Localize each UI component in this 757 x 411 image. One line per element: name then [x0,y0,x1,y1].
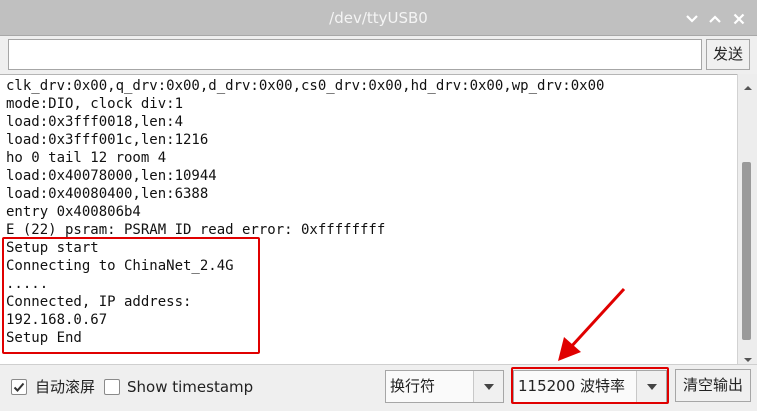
send-input[interactable] [8,39,702,70]
minimize-icon[interactable] [684,11,700,27]
output-line: clk_drv:0x00,q_drv:0x00,d_drv:0x00,cs0_d… [6,78,605,94]
clear-output-button[interactable]: 清空输出 [675,369,751,402]
dropdown-arrow-icon[interactable] [473,371,503,402]
output-line: mode:DIO, clock div:1 [6,96,184,112]
output-line: load:0x40078000,len:10944 [6,168,217,184]
autoscroll-label: 自动滚屏 [35,378,96,396]
output-line: entry 0x400806b4 [6,204,141,220]
serial-output[interactable]: clk_drv:0x00,q_drv:0x00,d_drv:0x00,cs0_d… [0,74,757,364]
maximize-icon[interactable] [707,11,723,27]
output-line: load:0x3fff0018,len:4 [6,114,184,130]
annotation-baud-box [511,367,669,404]
scrollbar-thumb[interactable] [742,162,751,340]
output-line: ho 0 tail 12 room 4 [6,150,167,166]
scroll-up-icon[interactable] [743,78,753,90]
annotation-highlight-box [2,237,260,354]
send-row: 发送 [0,36,757,74]
timestamp-label: Show timestamp [127,378,254,396]
close-icon[interactable] [731,11,747,27]
line-ending-value: 换行符 [390,377,436,395]
output-line: load:0x3fff001c,len:1216 [6,132,209,148]
send-button[interactable]: 发送 [706,39,750,70]
output-line: load:0x40080400,len:6388 [6,186,209,202]
scroll-down-icon[interactable] [743,350,753,362]
timestamp-checkbox[interactable] [104,379,120,395]
checkmark-icon [13,382,25,392]
vertical-scrollbar[interactable] [737,74,757,364]
autoscroll-checkbox[interactable] [11,379,27,395]
annotation-arrow [558,287,626,361]
window-titlebar: /dev/ttyUSB0 [0,0,757,36]
line-ending-select[interactable]: 换行符 [385,370,504,403]
window-title: /dev/ttyUSB0 [329,9,428,27]
